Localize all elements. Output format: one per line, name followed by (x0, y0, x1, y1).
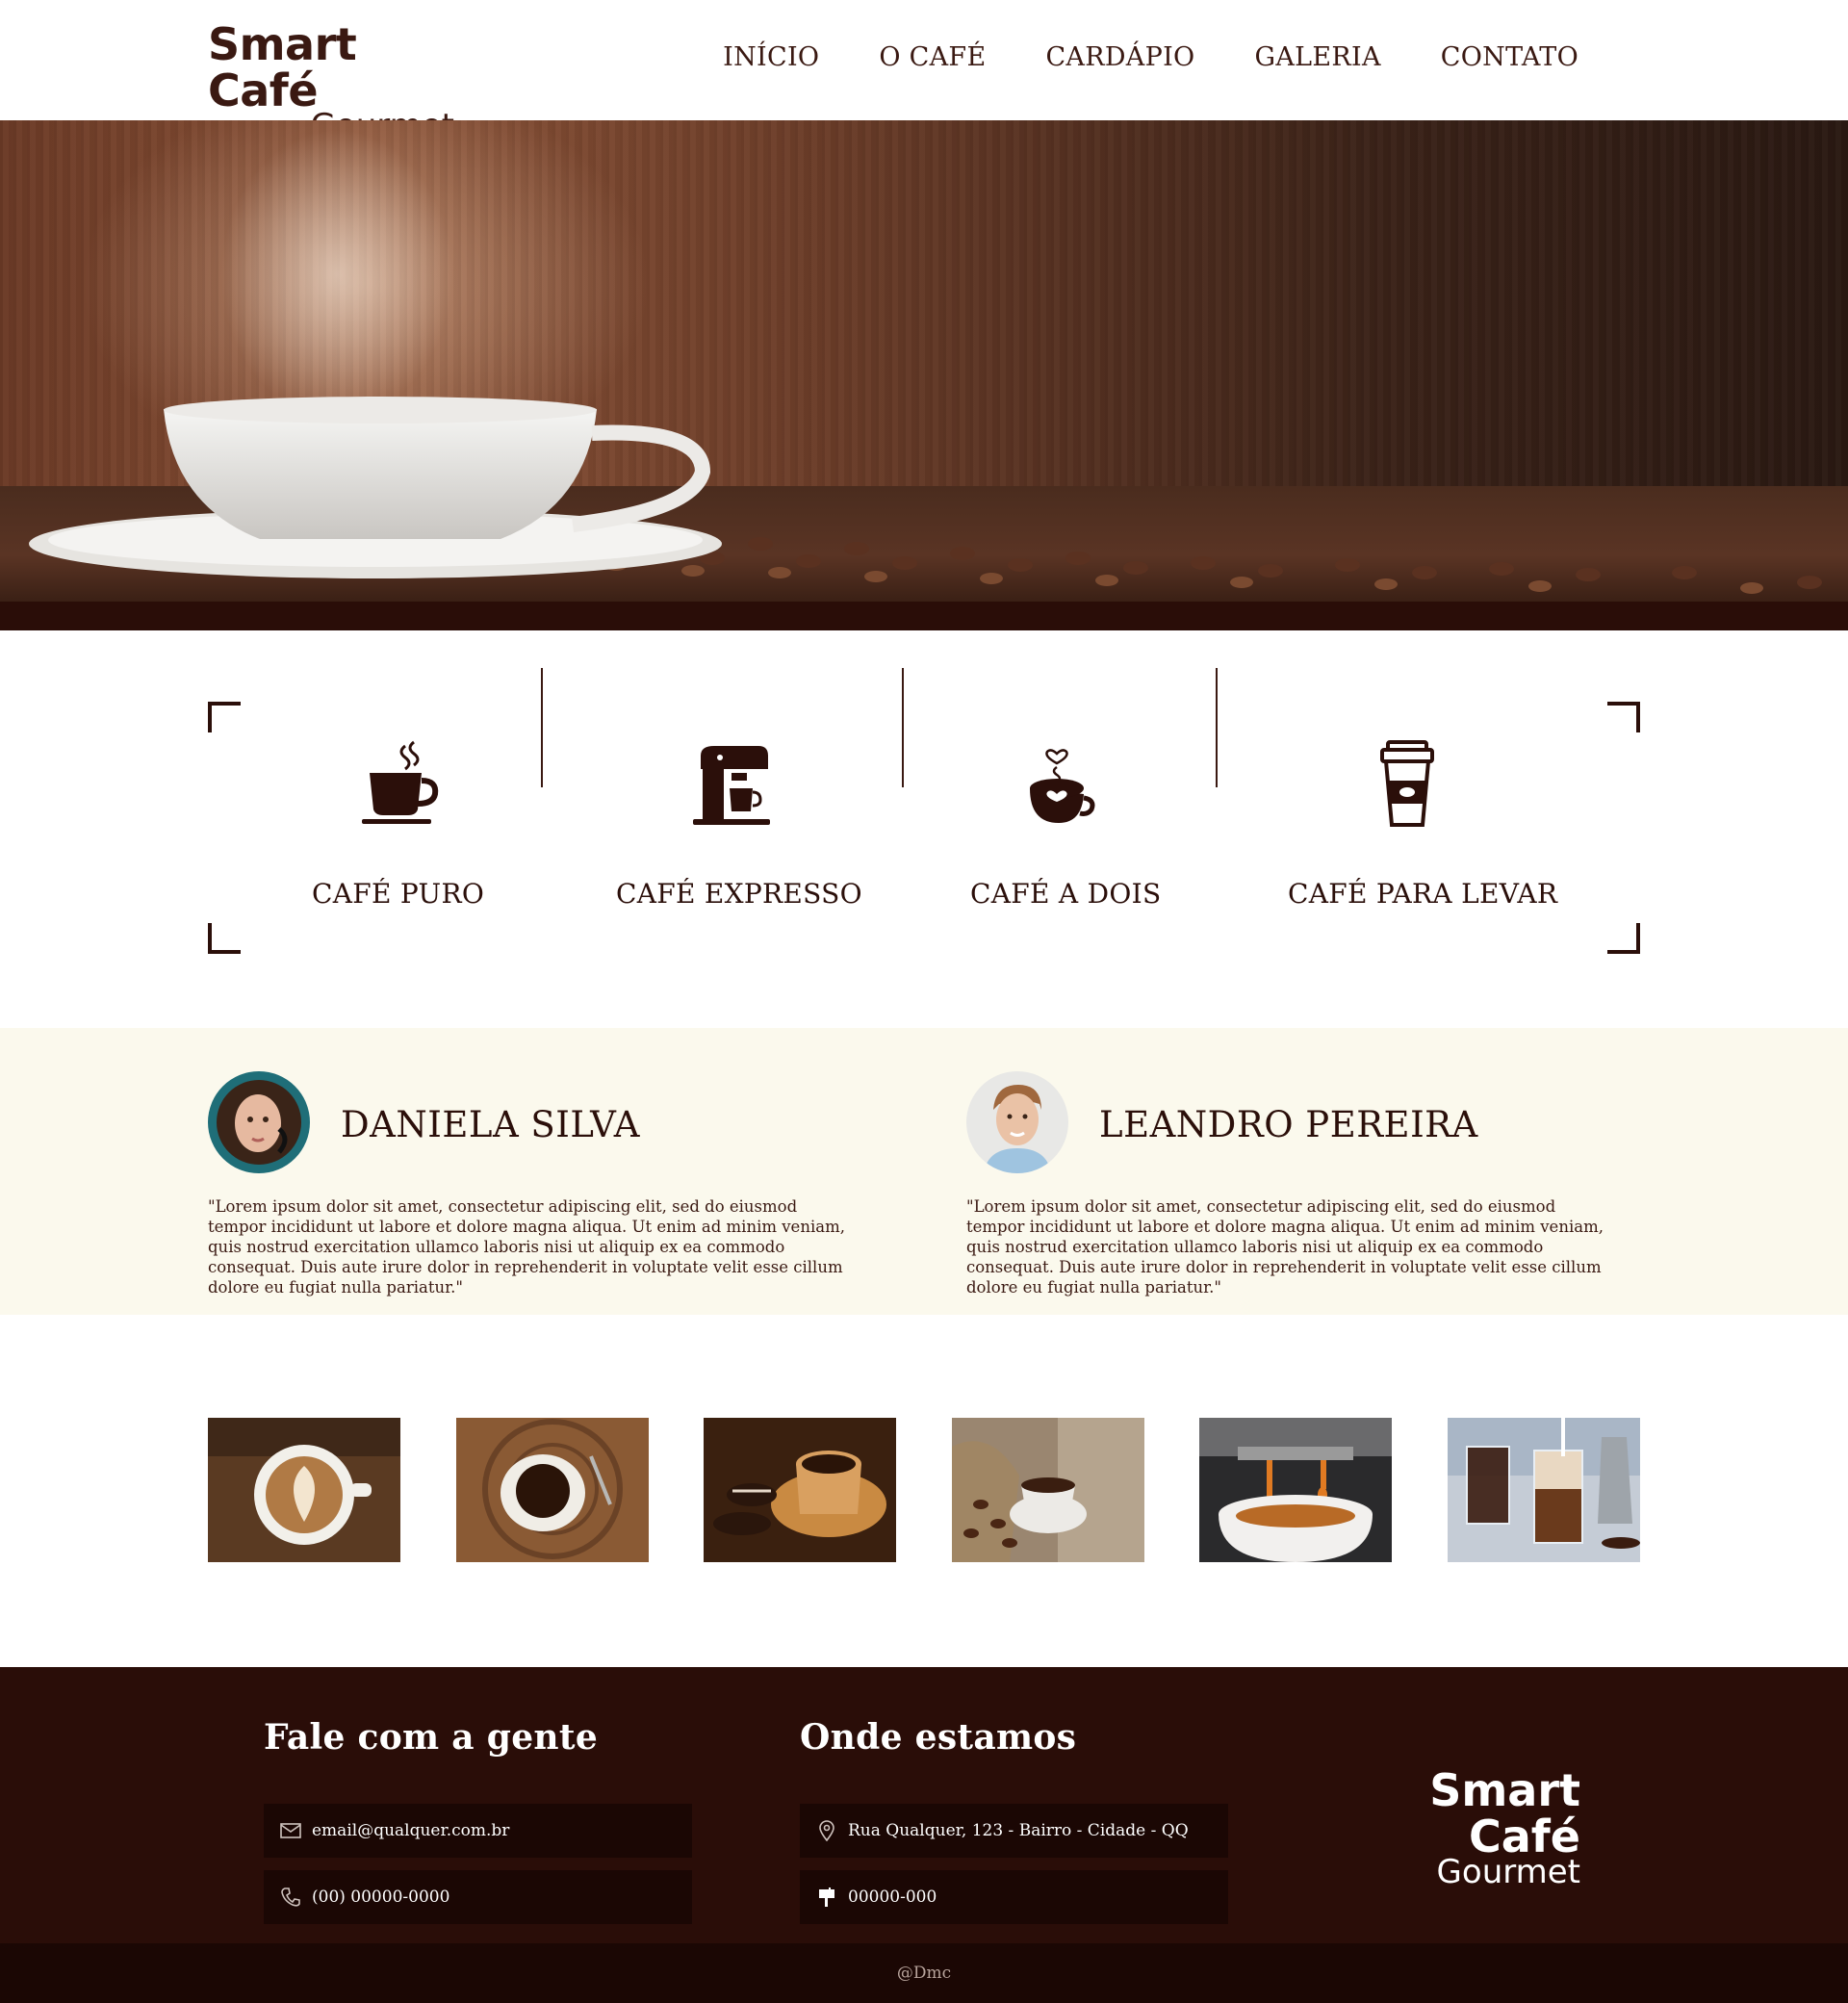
frame-corner-top-right (1607, 702, 1640, 732)
gallery-image-latte-art[interactable] (208, 1418, 400, 1562)
gallery-image-espresso-pour[interactable] (1199, 1418, 1392, 1562)
testimonials-section: DANIELA SILVA "Lorem ipsum dolor sit ame… (0, 1028, 1848, 1315)
frame-corner-bottom-left (208, 923, 241, 954)
features-frame: CAFÉ PURO CAFÉ EXPRESSO CAFÉ A DOIS CAFÉ… (208, 702, 1640, 954)
nav-inicio[interactable]: INÍCIO (723, 42, 819, 72)
credit-text: @Dmc (896, 1964, 952, 1983)
feature-divider (1216, 668, 1218, 787)
hero-coffee-cup-image (29, 130, 1822, 594)
testimonial-quote: "Lorem ipsum dolor sit amet, consectetur… (966, 1197, 1604, 1297)
main-nav: INÍCIO O CAFÉ CARDÁPIO GALERIA CONTATO (663, 42, 1578, 72)
mailbox-icon (815, 1886, 838, 1909)
contact-column: Fale com a gente email@qualquer.com.br (… (264, 1717, 692, 1924)
nav-cardapio[interactable]: CARDÁPIO (1045, 42, 1194, 72)
contact-title: Fale com a gente (264, 1717, 599, 1758)
brand-name: Smart Café (208, 18, 357, 116)
site-footer: Fale com a gente email@qualquer.com.br (… (0, 1667, 1848, 1943)
email-text: email@qualquer.com.br (312, 1821, 510, 1840)
frame-corner-top-left (208, 702, 241, 732)
feature-label: CAFÉ PURO (312, 878, 485, 910)
footer-brand-subtitle: Gourmet (1436, 1853, 1580, 1891)
nav-contato[interactable]: CONTATO (1441, 42, 1578, 72)
testimonial-name: DANIELA SILVA (341, 1104, 641, 1145)
gallery-image-coffee-chocolates[interactable] (704, 1418, 896, 1562)
gallery-image-black-coffee[interactable] (456, 1418, 649, 1562)
feature-label: CAFÉ PARA LEVAR (1288, 878, 1558, 910)
footer-brand-name: Smart Café (1429, 1764, 1580, 1862)
avatar (966, 1071, 1068, 1173)
feature-divider (902, 668, 904, 787)
zip-text: 00000-000 (848, 1887, 937, 1907)
testimonial-name: LEANDRO PEREIRA (1099, 1104, 1478, 1145)
frame-corner-bottom-right (1607, 923, 1640, 954)
testimonial-quote: "Lorem ipsum dolor sit amet, consectetur… (208, 1197, 845, 1297)
heart-coffee-cup-icon (1030, 749, 1095, 823)
map-pin-icon (815, 1819, 838, 1842)
brand-logo[interactable]: Smart Café Gourmet (208, 21, 458, 142)
avatar (208, 1071, 310, 1173)
coffee-cup-steam-icon (362, 740, 439, 824)
nav-galeria[interactable]: GALERIA (1254, 42, 1380, 72)
phone-icon (279, 1886, 302, 1909)
gallery-section (0, 1315, 1848, 1667)
location-title: Onde estamos (800, 1717, 1077, 1758)
hero-bottom-band (0, 602, 1848, 630)
nav-o-cafe[interactable]: O CAFÉ (879, 42, 986, 72)
feature-label: CAFÉ EXPRESSO (616, 878, 862, 910)
gallery-image-coffee-beans-sack[interactable] (952, 1418, 1144, 1562)
copyright-bar: @Dmc (0, 1943, 1848, 2003)
location-column: Onde estamos Rua Qualquer, 123 - Bairro … (800, 1717, 1228, 1924)
takeaway-cup-icon (1380, 740, 1434, 827)
mail-icon (279, 1819, 302, 1842)
features-section: CAFÉ PURO CAFÉ EXPRESSO CAFÉ A DOIS CAFÉ… (0, 630, 1848, 1028)
gallery-image-iced-coffee[interactable] (1448, 1418, 1640, 1562)
phone-box[interactable]: (00) 00000-0000 (264, 1870, 692, 1924)
footer-logo[interactable]: Smart Café Gourmet (1330, 1767, 1580, 1888)
email-box[interactable]: email@qualquer.com.br (264, 1804, 692, 1858)
espresso-machine-icon (693, 746, 770, 825)
address-text: Rua Qualquer, 123 - Bairro - Cidade - QQ (848, 1821, 1189, 1840)
hero-banner (0, 120, 1848, 630)
feature-divider (541, 668, 543, 787)
site-header: Smart Café Gourmet INÍCIO O CAFÉ CARDÁPI… (0, 0, 1848, 142)
feature-label: CAFÉ A DOIS (970, 878, 1162, 910)
phone-text: (00) 00000-0000 (312, 1887, 450, 1907)
address-box[interactable]: Rua Qualquer, 123 - Bairro - Cidade - QQ (800, 1804, 1228, 1858)
zip-box[interactable]: 00000-000 (800, 1870, 1228, 1924)
